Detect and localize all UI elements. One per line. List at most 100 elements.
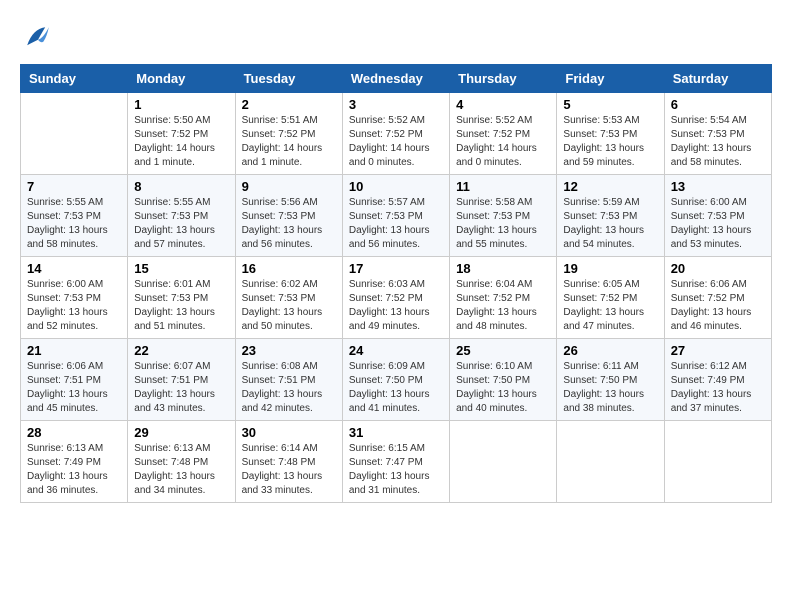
calendar-cell: 5 Sunrise: 5:53 AM Sunset: 7:53 PM Daylig… <box>557 93 664 175</box>
day-info: Sunrise: 5:58 AM Sunset: 7:53 PM Dayligh… <box>456 196 550 252</box>
calendar-cell: 4 Sunrise: 5:52 AM Sunset: 7:52 PM Daylig… <box>450 93 557 175</box>
calendar-cell: 29 Sunrise: 6:13 AM Sunset: 7:48 PM Dayli… <box>128 421 235 503</box>
calendar-cell: 12 Sunrise: 5:59 AM Sunset: 7:53 PM Dayli… <box>557 175 664 257</box>
week-row-2: 7Sunrise: 5:55 AM Sunset: 7:53 PM Daylig… <box>21 175 772 257</box>
day-info: Sunrise: 6:15 AM Sunset: 7:47 PM Dayligh… <box>349 442 443 498</box>
calendar-cell <box>664 421 771 503</box>
day-number: 7 <box>27 179 121 194</box>
day-number: 23 <box>242 343 336 358</box>
calendar-cell: 19 Sunrise: 6:05 AM Sunset: 7:52 PM Dayli… <box>557 257 664 339</box>
calendar-cell: 8Sunrise: 5:55 AM Sunset: 7:53 PM Daylig… <box>128 175 235 257</box>
week-row-4: 21 Sunrise: 6:06 AM Sunset: 7:51 PM Dayli… <box>21 339 772 421</box>
calendar-cell: 7Sunrise: 5:55 AM Sunset: 7:53 PM Daylig… <box>21 175 128 257</box>
day-number: 6 <box>671 97 765 112</box>
day-info: Sunrise: 6:04 AM Sunset: 7:52 PM Dayligh… <box>456 278 550 334</box>
day-number: 27 <box>671 343 765 358</box>
day-number: 28 <box>27 425 121 440</box>
day-info: Sunrise: 5:56 AM Sunset: 7:53 PM Dayligh… <box>242 196 336 252</box>
day-info: Sunrise: 6:01 AM Sunset: 7:53 PM Dayligh… <box>134 278 228 334</box>
calendar-cell: 26 Sunrise: 6:11 AM Sunset: 7:50 PM Dayli… <box>557 339 664 421</box>
day-info: Sunrise: 5:59 AM Sunset: 7:53 PM Dayligh… <box>563 196 657 252</box>
calendar-cell: 3 Sunrise: 5:52 AM Sunset: 7:52 PM Daylig… <box>342 93 449 175</box>
calendar-cell: 16Sunrise: 6:02 AM Sunset: 7:53 PM Dayli… <box>235 257 342 339</box>
calendar-cell: 2Sunrise: 5:51 AM Sunset: 7:52 PM Daylig… <box>235 93 342 175</box>
logo <box>20 20 60 56</box>
column-header-monday: Monday <box>128 65 235 93</box>
calendar-cell: 20Sunrise: 6:06 AM Sunset: 7:52 PM Dayli… <box>664 257 771 339</box>
day-number: 21 <box>27 343 121 358</box>
week-row-5: 28 Sunrise: 6:13 AM Sunset: 7:49 PM Dayli… <box>21 421 772 503</box>
day-info: Sunrise: 6:14 AM Sunset: 7:48 PM Dayligh… <box>242 442 336 498</box>
day-info: Sunrise: 6:00 AM Sunset: 7:53 PM Dayligh… <box>27 278 121 334</box>
day-info: Sunrise: 6:07 AM Sunset: 7:51 PM Dayligh… <box>134 360 228 416</box>
day-number: 13 <box>671 179 765 194</box>
day-number: 4 <box>456 97 550 112</box>
day-info: Sunrise: 5:52 AM Sunset: 7:52 PM Dayligh… <box>456 114 550 170</box>
calendar-table: SundayMondayTuesdayWednesdayThursdayFrid… <box>20 64 772 503</box>
column-header-friday: Friday <box>557 65 664 93</box>
week-row-3: 14 Sunrise: 6:00 AM Sunset: 7:53 PM Dayli… <box>21 257 772 339</box>
day-number: 9 <box>242 179 336 194</box>
calendar-cell: 15 Sunrise: 6:01 AM Sunset: 7:53 PM Dayli… <box>128 257 235 339</box>
day-number: 12 <box>563 179 657 194</box>
day-number: 18 <box>456 261 550 276</box>
day-number: 31 <box>349 425 443 440</box>
day-info: Sunrise: 5:54 AM Sunset: 7:53 PM Dayligh… <box>671 114 765 170</box>
day-info: Sunrise: 6:09 AM Sunset: 7:50 PM Dayligh… <box>349 360 443 416</box>
calendar-cell: 10 Sunrise: 5:57 AM Sunset: 7:53 PM Dayli… <box>342 175 449 257</box>
calendar-cell: 28 Sunrise: 6:13 AM Sunset: 7:49 PM Dayli… <box>21 421 128 503</box>
day-number: 26 <box>563 343 657 358</box>
day-info: Sunrise: 6:06 AM Sunset: 7:51 PM Dayligh… <box>27 360 121 416</box>
day-info: Sunrise: 6:13 AM Sunset: 7:48 PM Dayligh… <box>134 442 228 498</box>
calendar-cell <box>450 421 557 503</box>
day-number: 14 <box>27 261 121 276</box>
day-info: Sunrise: 6:00 AM Sunset: 7:53 PM Dayligh… <box>671 196 765 252</box>
column-header-thursday: Thursday <box>450 65 557 93</box>
column-header-tuesday: Tuesday <box>235 65 342 93</box>
calendar-cell: 31 Sunrise: 6:15 AM Sunset: 7:47 PM Dayli… <box>342 421 449 503</box>
day-number: 29 <box>134 425 228 440</box>
day-number: 17 <box>349 261 443 276</box>
calendar-cell: 13 Sunrise: 6:00 AM Sunset: 7:53 PM Dayli… <box>664 175 771 257</box>
calendar-header: SundayMondayTuesdayWednesdayThursdayFrid… <box>21 65 772 93</box>
calendar-cell: 24Sunrise: 6:09 AM Sunset: 7:50 PM Dayli… <box>342 339 449 421</box>
calendar-cell: 1Sunrise: 5:50 AM Sunset: 7:52 PM Daylig… <box>128 93 235 175</box>
day-number: 30 <box>242 425 336 440</box>
calendar-cell: 22Sunrise: 6:07 AM Sunset: 7:51 PM Dayli… <box>128 339 235 421</box>
day-number: 2 <box>242 97 336 112</box>
calendar-cell: 14 Sunrise: 6:00 AM Sunset: 7:53 PM Dayli… <box>21 257 128 339</box>
day-number: 11 <box>456 179 550 194</box>
day-info: Sunrise: 6:12 AM Sunset: 7:49 PM Dayligh… <box>671 360 765 416</box>
day-number: 15 <box>134 261 228 276</box>
calendar-cell: 25Sunrise: 6:10 AM Sunset: 7:50 PM Dayli… <box>450 339 557 421</box>
calendar-cell <box>557 421 664 503</box>
week-row-1: 1Sunrise: 5:50 AM Sunset: 7:52 PM Daylig… <box>21 93 772 175</box>
day-info: Sunrise: 5:53 AM Sunset: 7:53 PM Dayligh… <box>563 114 657 170</box>
calendar-cell: 11 Sunrise: 5:58 AM Sunset: 7:53 PM Dayli… <box>450 175 557 257</box>
column-header-sunday: Sunday <box>21 65 128 93</box>
day-info: Sunrise: 5:52 AM Sunset: 7:52 PM Dayligh… <box>349 114 443 170</box>
day-number: 8 <box>134 179 228 194</box>
calendar-cell: 30 Sunrise: 6:14 AM Sunset: 7:48 PM Dayli… <box>235 421 342 503</box>
calendar-cell: 18 Sunrise: 6:04 AM Sunset: 7:52 PM Dayli… <box>450 257 557 339</box>
calendar-cell: 6 Sunrise: 5:54 AM Sunset: 7:53 PM Daylig… <box>664 93 771 175</box>
day-info: Sunrise: 6:13 AM Sunset: 7:49 PM Dayligh… <box>27 442 121 498</box>
calendar-cell: 27 Sunrise: 6:12 AM Sunset: 7:49 PM Dayli… <box>664 339 771 421</box>
day-info: Sunrise: 6:03 AM Sunset: 7:52 PM Dayligh… <box>349 278 443 334</box>
day-info: Sunrise: 6:08 AM Sunset: 7:51 PM Dayligh… <box>242 360 336 416</box>
day-number: 10 <box>349 179 443 194</box>
day-number: 19 <box>563 261 657 276</box>
day-number: 16 <box>242 261 336 276</box>
day-number: 5 <box>563 97 657 112</box>
calendar-cell: 17 Sunrise: 6:03 AM Sunset: 7:52 PM Dayli… <box>342 257 449 339</box>
day-info: Sunrise: 6:11 AM Sunset: 7:50 PM Dayligh… <box>563 360 657 416</box>
day-info: Sunrise: 6:06 AM Sunset: 7:52 PM Dayligh… <box>671 278 765 334</box>
calendar-cell: 9 Sunrise: 5:56 AM Sunset: 7:53 PM Daylig… <box>235 175 342 257</box>
day-info: Sunrise: 6:05 AM Sunset: 7:52 PM Dayligh… <box>563 278 657 334</box>
day-info: Sunrise: 5:57 AM Sunset: 7:53 PM Dayligh… <box>349 196 443 252</box>
header-row: SundayMondayTuesdayWednesdayThursdayFrid… <box>21 65 772 93</box>
column-header-wednesday: Wednesday <box>342 65 449 93</box>
day-number: 3 <box>349 97 443 112</box>
day-number: 1 <box>134 97 228 112</box>
calendar-body: 1Sunrise: 5:50 AM Sunset: 7:52 PM Daylig… <box>21 93 772 503</box>
